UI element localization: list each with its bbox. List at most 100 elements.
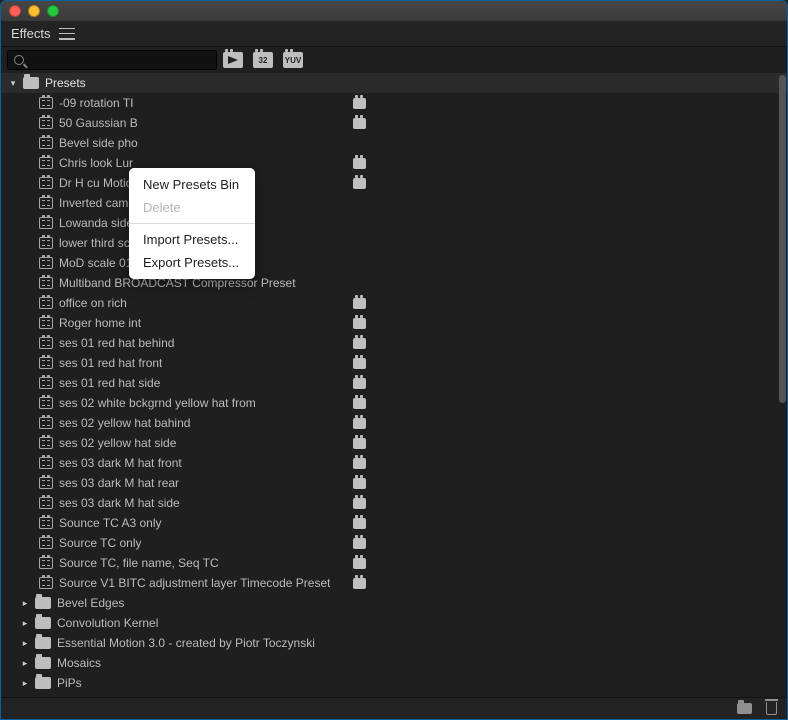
chevron-right-icon: ▸ (21, 618, 29, 629)
preset-item[interactable]: lower third scale lower left (1, 233, 787, 253)
preset-icon (39, 457, 53, 469)
bin-icon (35, 617, 51, 629)
preset-item[interactable]: 50 Gaussian B (1, 113, 787, 133)
preset-icon (39, 377, 53, 389)
preset-icon (39, 337, 53, 349)
context-menu-export-presets[interactable]: Export Presets... (129, 251, 255, 274)
bin-icon (35, 657, 51, 669)
badge-icon (353, 298, 366, 309)
preset-item[interactable]: Bevel side pho (1, 133, 787, 153)
preset-item[interactable]: Inverted camera Flip Preset (1, 193, 787, 213)
bin-label: Bevel Edges (57, 596, 124, 610)
preset-icon (39, 577, 53, 589)
search-input[interactable] (7, 50, 217, 70)
preset-item[interactable]: ses 02 yellow hat side (1, 433, 787, 453)
badge-icon (353, 358, 366, 369)
preset-label: ses 02 yellow hat bahind (59, 416, 190, 430)
scrollbar[interactable] (779, 75, 786, 695)
context-menu-new-presets-bin[interactable]: New Presets Bin (129, 173, 255, 196)
preset-badge (351, 478, 367, 489)
accelerated-effects-toggle[interactable] (223, 52, 243, 68)
search-field[interactable] (28, 54, 210, 66)
preset-item[interactable]: Roger home int (1, 313, 787, 333)
preset-item[interactable]: office on rich (1, 293, 787, 313)
badge-icon (353, 378, 366, 389)
preset-label: ses 01 red hat front (59, 356, 162, 370)
preset-icon (39, 437, 53, 449)
preset-sub-bin[interactable]: ▸Bevel Edges (1, 593, 787, 613)
preset-item[interactable]: ses 01 red hat front (1, 353, 787, 373)
preset-icon (39, 177, 53, 189)
preset-icon (39, 237, 53, 249)
bin-label: Mosaics (57, 656, 101, 670)
bin-icon (35, 637, 51, 649)
preset-label: Bevel side pho (59, 136, 138, 150)
preset-icon (39, 117, 53, 129)
window-close-button[interactable] (9, 5, 21, 17)
badge-icon (353, 178, 366, 189)
context-menu-import-presets[interactable]: Import Presets... (129, 228, 255, 251)
scrollbar-thumb[interactable] (779, 75, 786, 403)
preset-item[interactable]: Source V1 BITC adjustment layer Timecode… (1, 573, 787, 593)
panel-menu-icon[interactable] (59, 28, 75, 40)
bin-label: Essential Motion 3.0 - created by Piotr … (57, 636, 315, 650)
effects-panel-window: Effects 32 YUV ▾Presets -09 rotation TI 50… (0, 0, 788, 720)
window-zoom-button[interactable] (47, 5, 59, 17)
badge-icon (353, 318, 366, 329)
preset-badge (351, 438, 367, 449)
preset-item[interactable]: ses 02 yellow hat bahind (1, 413, 787, 433)
badge-icon (353, 558, 366, 569)
preset-item[interactable]: Source TC, file name, Seq TC (1, 553, 787, 573)
preset-item[interactable]: ses 03 dark M hat front (1, 453, 787, 473)
new-bin-icon[interactable] (737, 703, 752, 714)
preset-item[interactable]: Chris look Lur (1, 153, 787, 173)
preset-item[interactable]: ses 03 dark M hat rear (1, 473, 787, 493)
preset-sub-bin[interactable]: ▸PiPs (1, 673, 787, 693)
preset-icon (39, 537, 53, 549)
bin-label: Presets (45, 76, 86, 90)
preset-item[interactable]: Source TC only (1, 533, 787, 553)
preset-icon (39, 277, 53, 289)
context-menu: New Presets Bin Delete Import Presets...… (129, 168, 255, 279)
preset-item[interactable]: MoD scale 01 (1, 253, 787, 273)
badge-icon (353, 398, 366, 409)
preset-badge (351, 578, 367, 589)
preset-badge (351, 358, 367, 369)
search-icon (14, 55, 24, 65)
preset-item[interactable]: -09 rotation TI (1, 93, 787, 113)
32-bit-effects-toggle[interactable]: 32 (253, 52, 273, 68)
preset-item[interactable]: Multiband BROADCAST Compressor Preset (1, 273, 787, 293)
preset-label: -09 rotation TI (59, 96, 133, 110)
preset-icon (39, 257, 53, 269)
window-minimize-button[interactable] (28, 5, 40, 17)
delete-icon[interactable] (766, 702, 777, 715)
yuv-effects-toggle[interactable]: YUV (283, 52, 303, 68)
preset-item[interactable]: ses 01 red hat behind (1, 333, 787, 353)
bin-label: PiPs (57, 676, 82, 690)
preset-label: ses 02 white bckgrnd yellow hat from (59, 396, 256, 410)
preset-badge (351, 458, 367, 469)
preset-label: ses 02 yellow hat side (59, 436, 176, 450)
preset-item[interactable]: Lowanda side angle for pic (1, 213, 787, 233)
preset-label: Source TC, file name, Seq TC (59, 556, 219, 570)
preset-item[interactable]: ses 01 red hat side (1, 373, 787, 393)
preset-icon (39, 397, 53, 409)
preset-icon (39, 317, 53, 329)
preset-sub-bin[interactable]: ▸Convolution Kernel (1, 613, 787, 633)
titlebar (1, 1, 787, 21)
preset-label: ses 01 red hat side (59, 376, 160, 390)
badge-icon (353, 98, 366, 109)
preset-icon (39, 97, 53, 109)
preset-sub-bin[interactable]: ▸Mosaics (1, 653, 787, 673)
badge-icon (353, 338, 366, 349)
preset-bin-root[interactable]: ▾Presets (1, 73, 787, 93)
preset-item[interactable]: Sounce TC A3 only (1, 513, 787, 533)
preset-item[interactable]: ses 02 white bckgrnd yellow hat from (1, 393, 787, 413)
panel-header: Effects (1, 21, 787, 47)
preset-item[interactable]: Dr H cu Motio (1, 173, 787, 193)
preset-item[interactable]: ses 03 dark M hat side (1, 493, 787, 513)
toolbar-icons: 32 YUV (223, 52, 309, 68)
preset-badge (351, 158, 367, 169)
badge-icon (353, 498, 366, 509)
preset-sub-bin[interactable]: ▸Essential Motion 3.0 - created by Piotr… (1, 633, 787, 653)
